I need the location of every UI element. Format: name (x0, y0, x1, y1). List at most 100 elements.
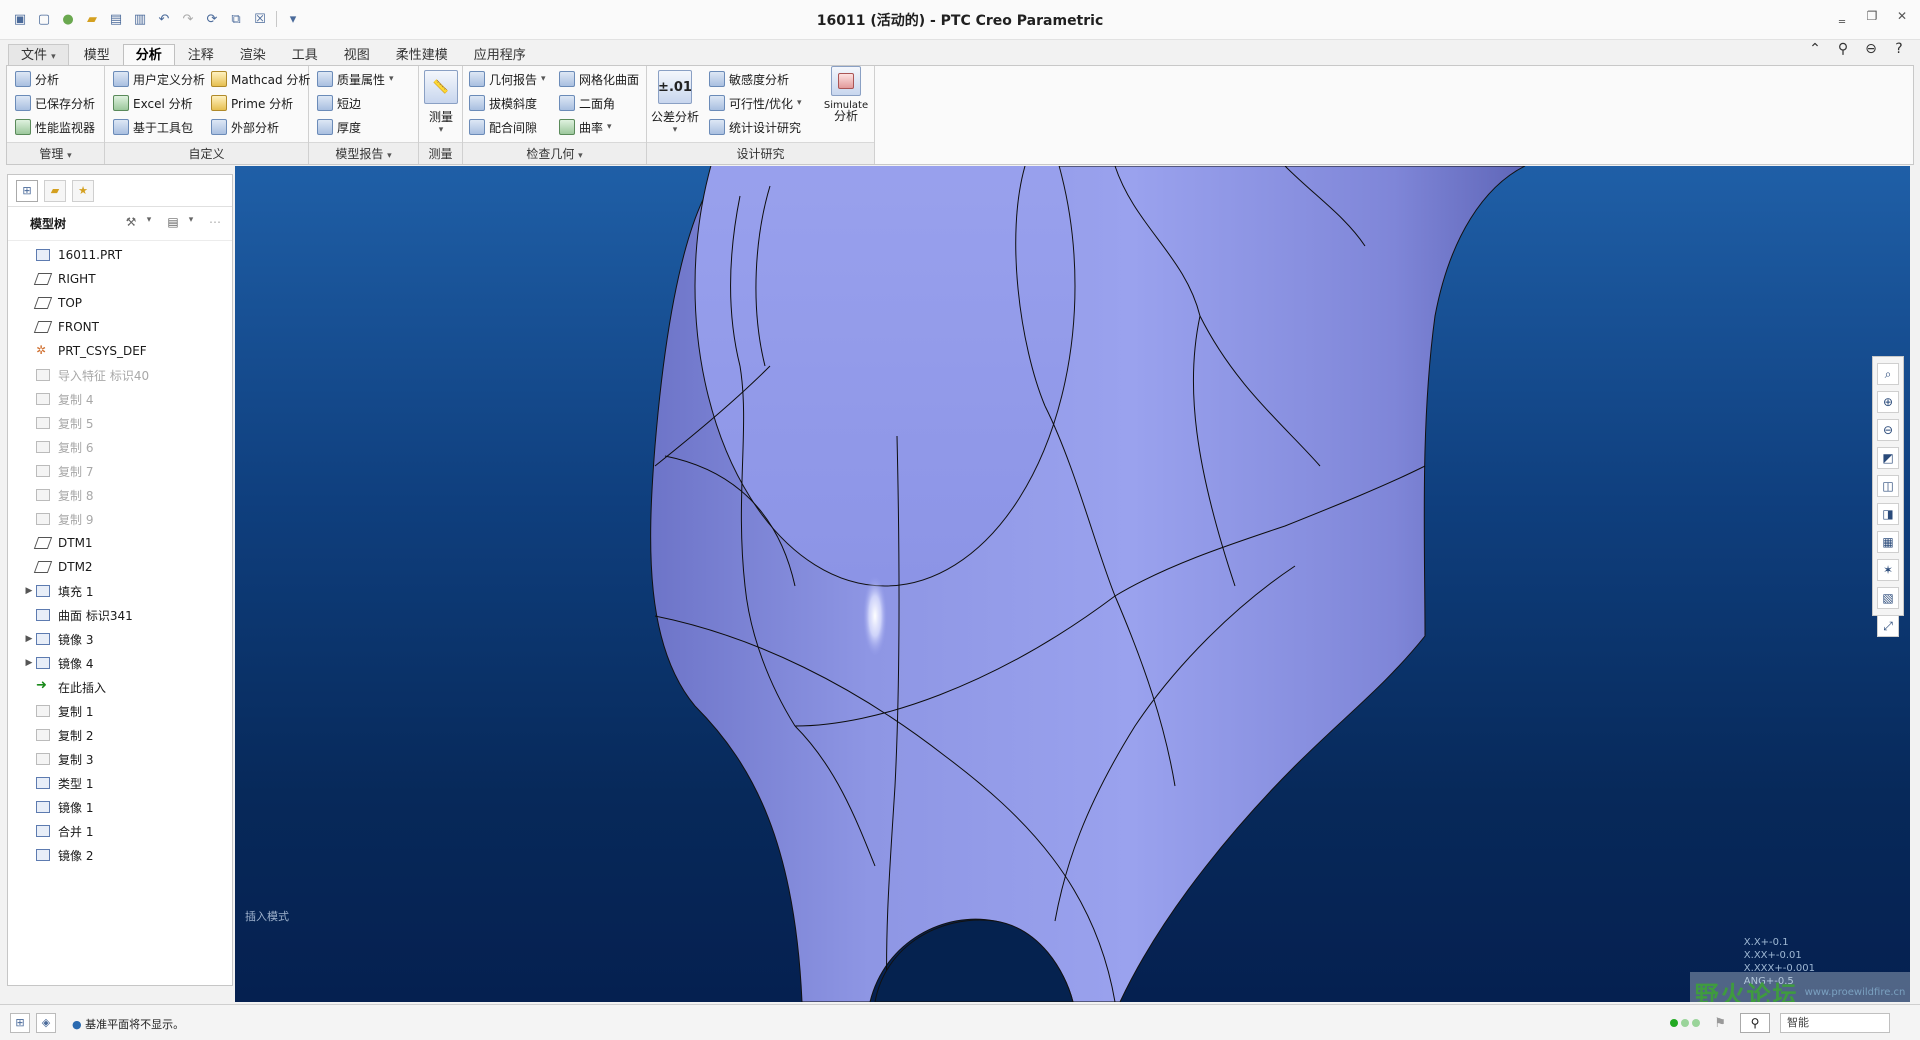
tree-item[interactable]: DTM1 (8, 531, 232, 555)
thickness-button[interactable]: 厚度 (317, 116, 361, 138)
tree-item[interactable]: 镜像 2 (8, 843, 232, 867)
community-icon[interactable]: ⊖ (1862, 40, 1880, 58)
tree-item[interactable]: 复制 4 (8, 387, 232, 411)
flag-icon[interactable]: ⚑ (1714, 1016, 1726, 1031)
tree-item[interactable]: 复制 8 (8, 483, 232, 507)
display-style-icon[interactable]: ◫ (1877, 475, 1899, 497)
mathcad-analysis-button[interactable]: Mathcad 分析 (211, 68, 310, 90)
model-tree-tab-icon[interactable]: ⊞ (16, 179, 38, 202)
statistical-design-study-button[interactable]: 统计设计研究 (709, 116, 801, 138)
restore-icon[interactable]: ❐ (1864, 8, 1880, 24)
show-options-icon[interactable]: ▤ (164, 215, 182, 233)
tree-item[interactable]: 16011.PRT (8, 243, 232, 267)
datum-display-icon[interactable]: ✶ (1877, 559, 1899, 581)
repaint-icon[interactable]: ◩ (1877, 447, 1899, 469)
tree-item[interactable]: TOP (8, 291, 232, 315)
tree-item[interactable]: ▶ 镜像 3 (8, 627, 232, 651)
prime-analysis-button[interactable]: Prime 分析 (211, 92, 293, 114)
group-label-model-report[interactable]: 模型报告 ▾ (309, 142, 418, 164)
tab-file[interactable]: 文件 ▾ (8, 44, 69, 66)
tab-analysis[interactable]: 分析 (122, 44, 175, 66)
regen-status-icon[interactable] (1670, 1019, 1701, 1027)
minimize-icon[interactable]: ‗ (1834, 8, 1850, 24)
tree-item[interactable]: ▶ 填充 1 (8, 579, 232, 603)
toggle-navigator-icon[interactable]: ⊞ (10, 1013, 30, 1033)
tree-item-label: 镜像 1 (58, 800, 94, 815)
performance-monitor-button[interactable]: 性能监视器 (15, 116, 95, 138)
mesh-surface-button[interactable]: 网格化曲面 (559, 68, 639, 90)
tree-item[interactable]: 复制 7 (8, 459, 232, 483)
collapse-ribbon-icon[interactable]: ⌃ (1806, 40, 1824, 58)
annotation-display-icon[interactable]: ▧ (1877, 587, 1899, 609)
search-icon[interactable]: ⚲ (1834, 40, 1852, 58)
tab-annotate[interactable]: 注释 (175, 44, 227, 66)
tree-item[interactable]: 复制 3 (8, 747, 232, 771)
tree-item[interactable]: 类型 1 (8, 771, 232, 795)
tab-render[interactable]: 渲染 (227, 44, 279, 66)
tree-item[interactable]: 曲面 标识341 (8, 603, 232, 627)
mass-properties-button[interactable]: 质量属性 ▾ (317, 68, 394, 90)
chevron-down-icon[interactable]: ▾ (182, 215, 200, 233)
tree-item[interactable]: RIGHT (8, 267, 232, 291)
find-icon[interactable]: ⚲ (1740, 1013, 1770, 1033)
refit-icon[interactable]: ⌕ (1877, 363, 1899, 385)
tab-view[interactable]: 视图 (331, 44, 383, 66)
expand-arrow-icon[interactable]: ▶ (22, 658, 36, 668)
user-defined-analysis-button[interactable]: 用户定义分析 (113, 68, 205, 90)
user-defined-analysis-icon (113, 71, 129, 87)
selection-filter[interactable]: 智能 (1780, 1013, 1890, 1033)
view-manager-icon[interactable]: ▦ (1877, 531, 1899, 553)
group-label-manage[interactable]: 管理 ▾ (7, 142, 104, 164)
sensitivity-analysis-button[interactable]: 敏感度分析 (709, 68, 789, 90)
geometry-report-button[interactable]: 几何报告 ▾ (469, 68, 546, 90)
help-icon[interactable]: ? (1890, 40, 1908, 58)
toggle-browser-icon[interactable]: ◈ (36, 1013, 56, 1033)
tree-settings-icon[interactable]: ⚒ (122, 215, 140, 233)
tree-item[interactable]: ▶ 镜像 4 (8, 651, 232, 675)
zoom-in-icon[interactable]: ⊕ (1877, 391, 1899, 413)
plane-icon (33, 561, 53, 573)
toolkit-based-button[interactable]: 基于工具包 (113, 116, 193, 138)
simulate-analysis-button[interactable]: Simulate 分析 (821, 66, 871, 122)
tree-item[interactable]: DTM2 (8, 555, 232, 579)
tree-item[interactable]: ➜ 在此插入 (8, 675, 232, 699)
close-icon[interactable]: ✕ (1894, 8, 1910, 24)
tree-item[interactable]: 复制 5 (8, 411, 232, 435)
tab-flexible-modeling[interactable]: 柔性建模 (383, 44, 461, 66)
tolerance-analysis-button[interactable]: ±.01 公差分析 ▾ (651, 70, 699, 135)
tree-item[interactable]: 复制 1 (8, 699, 232, 723)
group-label-inspect-geometry[interactable]: 检查几何 ▾ (463, 142, 646, 164)
tab-tools[interactable]: 工具 (279, 44, 331, 66)
external-analysis-button[interactable]: 外部分析 (211, 116, 279, 138)
draft-button[interactable]: 拔模斜度 (469, 92, 537, 114)
tree-item[interactable]: 复制 2 (8, 723, 232, 747)
clearance-button[interactable]: 配合间隙 (469, 116, 537, 138)
analysis-button[interactable]: 分析 (15, 68, 59, 90)
tree-item[interactable]: 复制 9 (8, 507, 232, 531)
measure-button[interactable]: 📏 测量 ▾ (423, 70, 459, 135)
favorites-tab-icon[interactable]: ★ (72, 179, 94, 202)
tree-filter-icon[interactable]: ⋯ (206, 215, 224, 233)
dihedral-angle-button[interactable]: 二面角 (559, 92, 615, 114)
tree-item[interactable]: 合并 1 (8, 819, 232, 843)
feasibility-optimization-button[interactable]: 可行性/优化 ▾ (709, 92, 802, 114)
tree-item[interactable]: 导入特征 标识40 (8, 363, 232, 387)
tab-applications[interactable]: 应用程序 (461, 44, 539, 66)
tree-item[interactable]: 镜像 1 (8, 795, 232, 819)
expand-arrow-icon[interactable]: ▶ (22, 586, 36, 596)
zoom-out-icon[interactable]: ⊖ (1877, 419, 1899, 441)
tree-item[interactable]: ✲ PRT_CSYS_DEF (8, 339, 232, 363)
tab-model[interactable]: 模型 (71, 44, 123, 66)
tree-item[interactable]: 复制 6 (8, 435, 232, 459)
graphics-window[interactable]: 插入模式 X.X+-0.1 X.XX+-0.01 X.XXX+-0.001 AN… (235, 166, 1910, 1002)
folder-browser-tab-icon[interactable]: ▰ (44, 179, 66, 202)
expand-arrow-icon[interactable]: ▶ (22, 634, 36, 644)
saved-orientations-icon[interactable]: ◨ (1877, 503, 1899, 525)
saved-analysis-button[interactable]: 已保存分析 (15, 92, 95, 114)
spin-center-icon[interactable]: ⤢ (1877, 615, 1899, 637)
tree-item[interactable]: FRONT (8, 315, 232, 339)
excel-analysis-button[interactable]: Excel 分析 (113, 92, 193, 114)
curvature-button[interactable]: 曲率 ▾ (559, 116, 612, 138)
chevron-down-icon[interactable]: ▾ (140, 215, 158, 233)
short-edge-button[interactable]: 短边 (317, 92, 361, 114)
